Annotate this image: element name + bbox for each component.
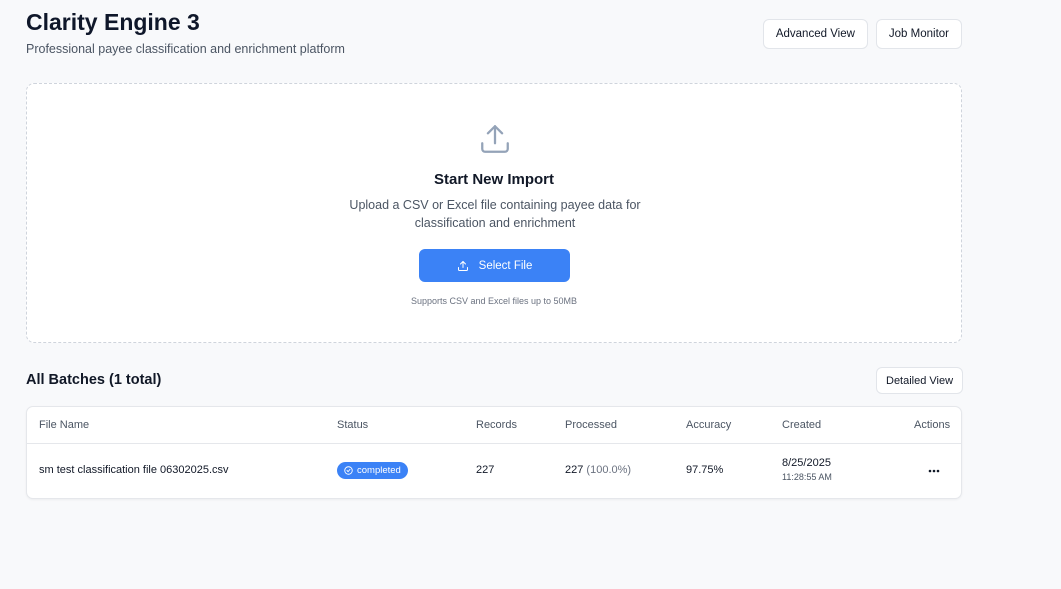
upload-support-note: Supports CSV and Excel files up to 50MB (410, 296, 578, 306)
column-header-records: Records (476, 419, 517, 431)
batches-table: File Name Status Records Processed Accur… (26, 406, 962, 499)
column-header-status: Status (337, 419, 369, 431)
table-header: File Name Status Records Processed Accur… (27, 407, 961, 444)
select-file-button[interactable]: Select File (419, 249, 570, 282)
upload-small-icon (457, 260, 468, 271)
processed-percent: (100.0%) (586, 464, 632, 476)
column-header-file-name: File Name (39, 419, 90, 431)
created-time: 11:28:55 AM (782, 472, 832, 482)
processed-count: 227 (565, 464, 584, 476)
status-label: completed (357, 465, 401, 476)
column-header-accuracy: Accuracy (686, 419, 732, 431)
more-horizontal-icon[interactable] (925, 462, 943, 480)
accuracy-cell: 97.75% (686, 464, 724, 476)
records-cell: 227 (476, 464, 495, 476)
upload-description: Upload a CSV or Excel file containing pa… (349, 198, 641, 230)
select-file-label: Select File (478, 259, 533, 272)
created-date: 8/25/2025 (782, 457, 831, 469)
upload-title: Start New Import (433, 171, 554, 188)
detailed-view-button[interactable]: Detailed View (876, 367, 964, 394)
created-cell: 8/25/2025 11:28:55 AM (782, 457, 832, 482)
batches-title: All Batches (1 total) (26, 372, 162, 388)
processed-cell: 227 (100.0%) (565, 464, 631, 476)
column-header-processed: Processed (565, 419, 617, 431)
check-circle-icon (344, 466, 353, 475)
header-actions: Advanced View Job Monitor (762, 19, 962, 49)
row-actions-dots (928, 469, 940, 473)
column-header-created: Created (782, 419, 822, 431)
upload-dropzone[interactable]: Start New Import Upload a CSV or Excel f… (26, 83, 962, 343)
status-badge: completed (337, 462, 408, 479)
job-monitor-button[interactable]: Job Monitor (875, 19, 962, 49)
file-name-cell: sm test classification file 06302025.csv (39, 464, 229, 476)
page-header: Clarity Engine 3 Professional payee clas… (26, 8, 962, 68)
table-row[interactable]: sm test classification file 06302025.csv… (27, 444, 961, 499)
column-header-actions: Actions (914, 419, 951, 431)
advanced-view-button[interactable]: Advanced View (762, 19, 868, 49)
upload-icon (481, 125, 509, 153)
